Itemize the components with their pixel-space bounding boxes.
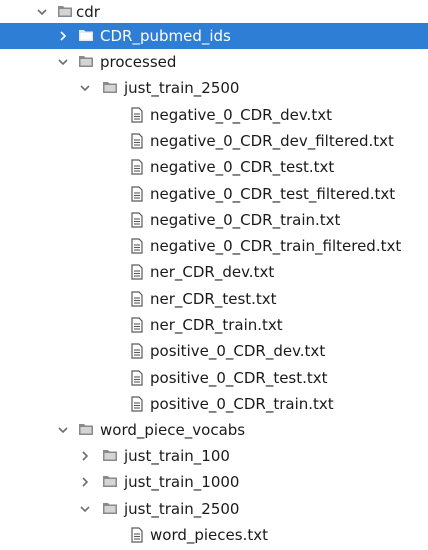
tree-node-just-train-1000[interactable]: just_train_1000 (0, 469, 428, 495)
folder-icon (102, 469, 118, 495)
text-file-icon (130, 312, 146, 338)
text-file-icon (130, 391, 146, 417)
tree-label-just-train-1000: just_train_1000 (124, 473, 240, 491)
tree-file-label: negative_0_CDR_train_filtered.txt (150, 237, 402, 255)
chevron-down-icon[interactable] (77, 496, 93, 522)
tree-node-just-train-100[interactable]: just_train_100 (0, 443, 428, 469)
tree-label-cdr: cdr (76, 3, 100, 21)
tree-file-label: ner_CDR_train.txt (150, 316, 283, 334)
tree-label-word-piece-vocabs: word_piece_vocabs (100, 421, 246, 439)
tree-node-just-train-2500[interactable]: just_train_2500 (0, 75, 428, 101)
tree-label-just-train-100: just_train_100 (124, 447, 230, 465)
tree-file-label: negative_0_CDR_dev.txt (150, 106, 332, 124)
tree-file-item[interactable]: negative_0_CDR_test.txt (0, 154, 428, 180)
tree-file-label: negative_0_CDR_test.txt (150, 158, 335, 176)
tree-file-item[interactable]: word_pieces.txt (0, 522, 428, 548)
tree-file-label: ner_CDR_test.txt (150, 290, 277, 308)
text-file-icon (130, 259, 146, 285)
chevron-right-icon[interactable] (55, 23, 71, 49)
folder-icon (102, 496, 118, 522)
tree-file-item[interactable]: ner_CDR_test.txt (0, 286, 428, 312)
tree-label-vocab-just-train-2500: just_train_2500 (124, 500, 240, 518)
tree-file-label: positive_0_CDR_test.txt (150, 369, 328, 387)
tree-file-item[interactable]: positive_0_CDR_dev.txt (0, 338, 428, 364)
tree-file-item[interactable]: negative_0_CDR_train_filtered.txt (0, 233, 428, 259)
tree-file-item[interactable]: negative_0_CDR_dev_filtered.txt (0, 128, 428, 154)
tree-file-item[interactable]: negative_0_CDR_train.txt (0, 207, 428, 233)
tree-file-item[interactable]: negative_0_CDR_test_filtered.txt (0, 181, 428, 207)
chevron-down-icon[interactable] (55, 49, 71, 75)
tree-label-processed: processed (100, 53, 177, 71)
tree-label-cdr-pubmed-ids: CDR_pubmed_ids (100, 27, 231, 45)
folder-icon (78, 417, 94, 443)
text-file-icon (130, 128, 146, 154)
text-file-icon (130, 286, 146, 312)
tree-label-just-train-2500: just_train_2500 (124, 79, 240, 97)
tree-node-processed[interactable]: processed (0, 49, 428, 75)
tree-file-label: word_pieces.txt (150, 526, 268, 544)
text-file-icon (130, 233, 146, 259)
tree-file-label: ner_CDR_dev.txt (150, 263, 275, 281)
text-file-icon (130, 522, 146, 548)
tree-file-label: negative_0_CDR_test_filtered.txt (150, 185, 396, 203)
tree-file-item[interactable]: ner_CDR_dev.txt (0, 259, 428, 285)
tree-file-item[interactable]: positive_0_CDR_train.txt (0, 391, 428, 417)
tree-file-item[interactable]: ner_CDR_train.txt (0, 312, 428, 338)
text-file-icon (130, 102, 146, 128)
text-file-icon (130, 154, 146, 180)
chevron-down-icon[interactable] (55, 417, 71, 443)
tree-file-item[interactable]: negative_0_CDR_dev.txt (0, 102, 428, 128)
folder-icon (102, 443, 118, 469)
chevron-down-icon[interactable] (77, 75, 93, 101)
tree-file-item[interactable]: positive_0_CDR_test.txt (0, 365, 428, 391)
text-file-icon (130, 365, 146, 391)
tree-file-label: negative_0_CDR_train.txt (150, 211, 341, 229)
folder-icon (78, 49, 94, 75)
chevron-right-icon[interactable] (77, 469, 93, 495)
text-file-icon (130, 207, 146, 233)
tree-node-cdr-pubmed-ids[interactable]: CDR_pubmed_ids (0, 23, 428, 49)
tree-node-vocab-just-train-2500[interactable]: just_train_2500 (0, 496, 428, 522)
tree-file-label: positive_0_CDR_dev.txt (150, 342, 326, 360)
tree-file-label: negative_0_CDR_dev_filtered.txt (150, 132, 394, 150)
folder-icon (102, 75, 118, 101)
chevron-down-icon[interactable] (34, 0, 50, 25)
folder-icon (57, 0, 73, 25)
project-tree: cdr CDR_pubmed_ids processed just_train_… (0, 0, 428, 550)
tree-node-word-piece-vocabs[interactable]: word_piece_vocabs (0, 417, 428, 443)
tree-file-label: positive_0_CDR_train.txt (150, 395, 334, 413)
text-file-icon (130, 181, 146, 207)
folder-icon (78, 23, 94, 49)
tree-node-cdr[interactable]: cdr (0, 0, 428, 25)
text-file-icon (130, 338, 146, 364)
chevron-right-icon[interactable] (77, 443, 93, 469)
